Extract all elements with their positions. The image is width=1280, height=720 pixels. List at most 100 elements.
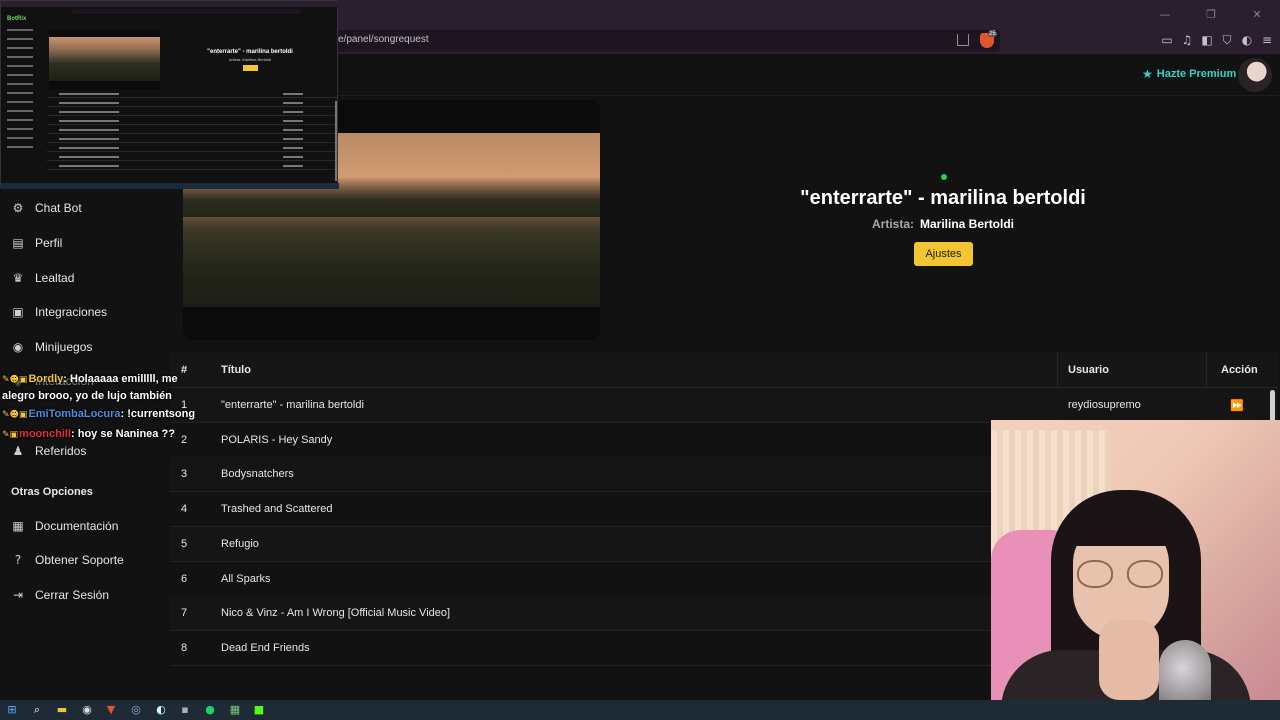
shield-icon[interactable]: ⛉ (1220, 31, 1234, 49)
file-explorer-icon[interactable]: ▬ (55, 703, 69, 717)
glasses-left (1077, 560, 1113, 588)
document-icon: ▦ (12, 519, 24, 533)
music-icon[interactable]: ♫ (1180, 31, 1194, 49)
row-title: Dead End Friends (221, 641, 310, 654)
column-user: Usuario (1068, 364, 1109, 376)
sidebar-item-perfil[interactable]: ▤ Perfil (11, 236, 62, 250)
stream-preview: BotRix "enterrarte" - marilina bertoldi … (0, 0, 339, 189)
row-index: 8 (181, 641, 188, 654)
sidebar-item-label: Integraciones (35, 305, 108, 319)
id-card-icon: ▤ (12, 236, 24, 250)
preview-button (243, 65, 258, 71)
sidebar-item-cerrar-sesion[interactable]: ⇥ Cerrar Sesión (11, 588, 109, 602)
integrations-icon: ▣ (12, 305, 24, 319)
shield-count-badge: 25 (988, 31, 997, 37)
users-icon: ♟ (12, 444, 24, 458)
gamepad-icon: ◉ (12, 340, 24, 354)
preview-table (47, 93, 337, 181)
sidebar-item-label: Cerrar Sesión (35, 588, 110, 602)
extension-icon[interactable]: ◐ (1240, 31, 1254, 49)
section-title-otras-opciones: Otras Opciones (11, 486, 93, 498)
live-indicator-icon (941, 174, 947, 180)
sidebar-item-label: Chat Bot (35, 201, 82, 215)
brave-icon[interactable]: ▼ (104, 703, 118, 717)
preview-scrollbar (335, 101, 337, 181)
column-title: Título (221, 364, 251, 376)
badge-icon: ✎☻▣ (2, 375, 28, 385)
column-divider (1057, 352, 1058, 388)
kick-icon[interactable]: ■ (252, 703, 266, 717)
app-icon[interactable]: ◎ (129, 703, 143, 717)
premium-label: Hazte Premium (1156, 68, 1237, 80)
skip-icon[interactable]: ⏩ (1230, 399, 1244, 412)
chat-message: ✎☻▣EmiTombaLocura: !currentsong (2, 406, 202, 423)
row-title: Nico & Vinz - Am I Wrong [Official Music… (221, 607, 451, 620)
close-icon[interactable]: ✕ (1234, 0, 1280, 28)
badge-icon: ✎▣ (2, 430, 19, 440)
premiere-icon[interactable]: ▪ (178, 703, 192, 717)
webcam-bangs (1069, 506, 1173, 546)
url-text[interactable]: e/panel/songrequest (338, 34, 429, 45)
app-icon[interactable]: ▦ (228, 703, 242, 717)
table-scrollbar[interactable] (1270, 390, 1275, 422)
toolbar-icons: ▭ ♫ ◧ ⛉ ◐ ≡ (1160, 31, 1274, 49)
row-title: "enterrarte" - marilina bertoldi (221, 399, 364, 411)
sidebar-icon[interactable]: ▭ (1160, 31, 1174, 49)
help-icon: ? (14, 553, 22, 567)
column-divider (1206, 352, 1207, 388)
sidebar-item-label: Referidos (35, 444, 87, 458)
restore-icon[interactable]: ❐ (1188, 0, 1234, 28)
spotify-icon[interactable]: ● (203, 703, 217, 717)
sidebar-item-lealtad[interactable]: ♛ Lealtad (11, 271, 75, 285)
row-index: 5 (181, 537, 188, 550)
robot-icon: ⚙ (12, 201, 24, 215)
now-playing-title: "enterrarte" - marilina bertoldi (800, 187, 1086, 209)
webcam-feed (991, 420, 1280, 700)
search-icon[interactable]: ⌕ (30, 703, 44, 717)
steam-icon[interactable]: ◐ (154, 703, 168, 717)
obs-icon[interactable]: ◉ (80, 703, 94, 717)
menu-icon[interactable]: ≡ (1260, 31, 1274, 49)
trophy-icon: ♛ (12, 271, 24, 285)
chat-message: ✎▣moonchill: hoy se Naninea ?? (2, 426, 202, 443)
row-title: Bodysnatchers (221, 468, 294, 481)
row-title: Trashed and Scattered (221, 503, 333, 516)
sidebar-item-referidos[interactable]: ♟ Referidos (11, 444, 87, 458)
row-index: 6 (181, 572, 188, 585)
sidebar-item-label: Perfil (35, 236, 63, 250)
sidebar-item-chat-bot[interactable]: ⚙ Chat Bot (11, 201, 82, 215)
chat-username: moonchill (19, 428, 71, 440)
chat-username: EmiTombaLocura (28, 408, 121, 420)
row-title: All Sparks (221, 572, 271, 585)
column-action: Acción (1221, 364, 1258, 376)
sidebar-item-minijuegos[interactable]: ◉ Minijuegos (11, 340, 93, 354)
share-icon[interactable] (957, 34, 969, 46)
row-title: POLARIS - Hey Sandy (221, 433, 333, 446)
preview-logo: BotRix (7, 16, 27, 22)
window-controls: — ❐ ✕ (1142, 0, 1280, 28)
sidebar-item-integraciones[interactable]: ▣ Integraciones (11, 305, 107, 319)
now-playing-artist: Artista: Marilina Bertoldi (600, 217, 1280, 231)
chat-text: : hoy se Naninea ?? (71, 428, 175, 440)
panel-icon[interactable]: ◧ (1200, 31, 1214, 49)
sidebar-item-documentacion[interactable]: ▦ Documentación (11, 519, 118, 533)
settings-button[interactable]: Ajustes (914, 242, 973, 266)
preview-artist: Artista: Marilina Bertoldi (228, 57, 272, 62)
table-row[interactable]: 1 "enterrarte" - marilina bertoldi reydios… (170, 388, 1278, 423)
user-avatar[interactable] (1238, 58, 1272, 92)
glasses-right (1127, 560, 1163, 588)
preview-address-bar (71, 9, 301, 14)
artist-name: Marilina Bertoldi (920, 217, 1015, 231)
row-index: 7 (181, 607, 188, 620)
os-taskbar: ⊞ ⌕ ▬ ◉ ▼ ◎ ◐ ▪ ● ▦ ■ (0, 700, 1280, 720)
minimize-icon[interactable]: — (1142, 0, 1188, 28)
preview-titlebar (1, 1, 339, 7)
badge-icon: ✎☻▣ (2, 410, 28, 420)
sidebar-item-soporte[interactable]: ? Obtener Soporte (11, 553, 124, 567)
star-icon: ★ (1142, 67, 1153, 81)
row-index: 4 (181, 503, 188, 516)
sidebar-item-label: Obtener Soporte (35, 553, 124, 567)
premium-link[interactable]: ★ Hazte Premium (1142, 67, 1236, 81)
chat-text: : !currentsong (120, 408, 196, 420)
windows-start-icon[interactable]: ⊞ (5, 703, 19, 717)
